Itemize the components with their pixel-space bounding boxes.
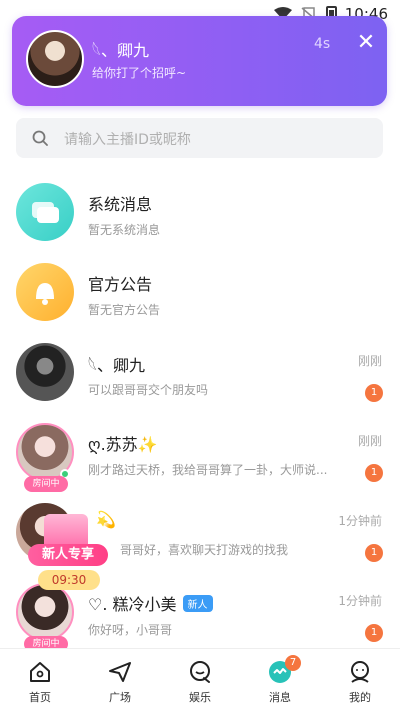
avatar	[16, 343, 74, 401]
promo-label: 新人专享	[28, 544, 108, 566]
item-time: 刚刚	[357, 434, 382, 448]
chat-bubbles-icon	[32, 202, 59, 223]
item-title: 系统消息	[88, 195, 153, 214]
search-input[interactable]: 请输入主播ID或昵称	[16, 118, 383, 158]
item-title: 𓆩、卿九	[88, 356, 145, 375]
tab-entertainment[interactable]: 娱乐	[170, 659, 230, 705]
tab-label: 广场	[109, 691, 131, 704]
announcement-avatar	[16, 263, 74, 321]
tab-label: 娱乐	[189, 691, 211, 704]
notification-banner[interactable]: 𓆩、卿九 给你打了个招呼~ 4s ✕	[12, 16, 387, 106]
promo-timer: 09:30	[38, 570, 100, 590]
search-placeholder: 请输入主播ID或昵称	[64, 132, 191, 148]
close-icon[interactable]: ✕	[355, 30, 377, 55]
unread-badge: 1	[365, 624, 383, 642]
item-time: 1分钟前	[338, 594, 382, 608]
item-subtitle: 暂无官方公告	[88, 303, 161, 317]
item-time: 刚刚	[357, 354, 382, 368]
list-item-announcement[interactable]: 官方公告 暂无官方公告	[0, 252, 400, 332]
notification-time: 4s	[314, 36, 331, 52]
search-icon	[32, 130, 48, 146]
profile-icon	[351, 661, 369, 683]
item-subtitle: 可以跟哥哥交个朋友吗	[88, 383, 209, 397]
live-tag: 房间中	[24, 476, 68, 492]
list-item-system[interactable]: 系统消息 暂无系统消息	[0, 172, 400, 252]
home-icon	[30, 662, 50, 682]
bell-icon	[36, 283, 54, 305]
new-user-badge: 新人	[182, 595, 213, 612]
list-item-chat[interactable]: 房间中 ღ.苏苏✨ 刚才路过天桥，我给哥哥算了一卦，大师说... 刚刚 1	[0, 412, 400, 492]
chat-q-icon	[190, 661, 210, 683]
plane-icon	[109, 662, 131, 682]
message-count-badge: 7	[285, 655, 301, 671]
tab-label: 我的	[349, 691, 371, 704]
notification-name: 𓆩、卿九	[92, 41, 149, 60]
item-subtitle: 哥哥好，喜欢聊天打游戏的找我	[120, 543, 289, 557]
list-item-chat[interactable]: 𓆩、卿九 可以跟哥哥交个朋友吗 刚刚 1	[0, 332, 400, 412]
notification-message: 给你打了个招呼~	[92, 66, 187, 80]
notification-avatar	[26, 30, 84, 88]
item-title-text: ♡. 糕冷小美	[88, 595, 177, 614]
item-title: 官方公告	[88, 275, 153, 294]
system-avatar	[16, 183, 74, 241]
tab-label: 消息	[269, 691, 291, 704]
item-subtitle: 你好呀，小哥哥	[88, 623, 173, 637]
item-subtitle: 刚才路过天桥，我给哥哥算了一卦，大师说...	[88, 463, 328, 477]
item-title: ღ.苏苏✨	[88, 435, 158, 454]
tab-home[interactable]: 首页	[10, 659, 70, 705]
tab-messages[interactable]: 7 消息	[250, 655, 310, 705]
bottom-tab-bar: 首页 广场 娱乐 7 消息 我的	[0, 648, 400, 711]
unread-badge: 1	[365, 464, 383, 482]
tab-profile[interactable]: 我的	[330, 659, 390, 705]
unread-badge: 1	[365, 544, 383, 562]
tab-label: 首页	[29, 691, 51, 704]
item-subtitle: 暂无系统消息	[88, 223, 161, 237]
unread-badge: 1	[365, 384, 383, 402]
new-user-promo[interactable]: 新人专享 09:30	[28, 510, 112, 596]
item-time: 1分钟前	[338, 514, 382, 528]
tab-square[interactable]: 广场	[90, 659, 150, 705]
